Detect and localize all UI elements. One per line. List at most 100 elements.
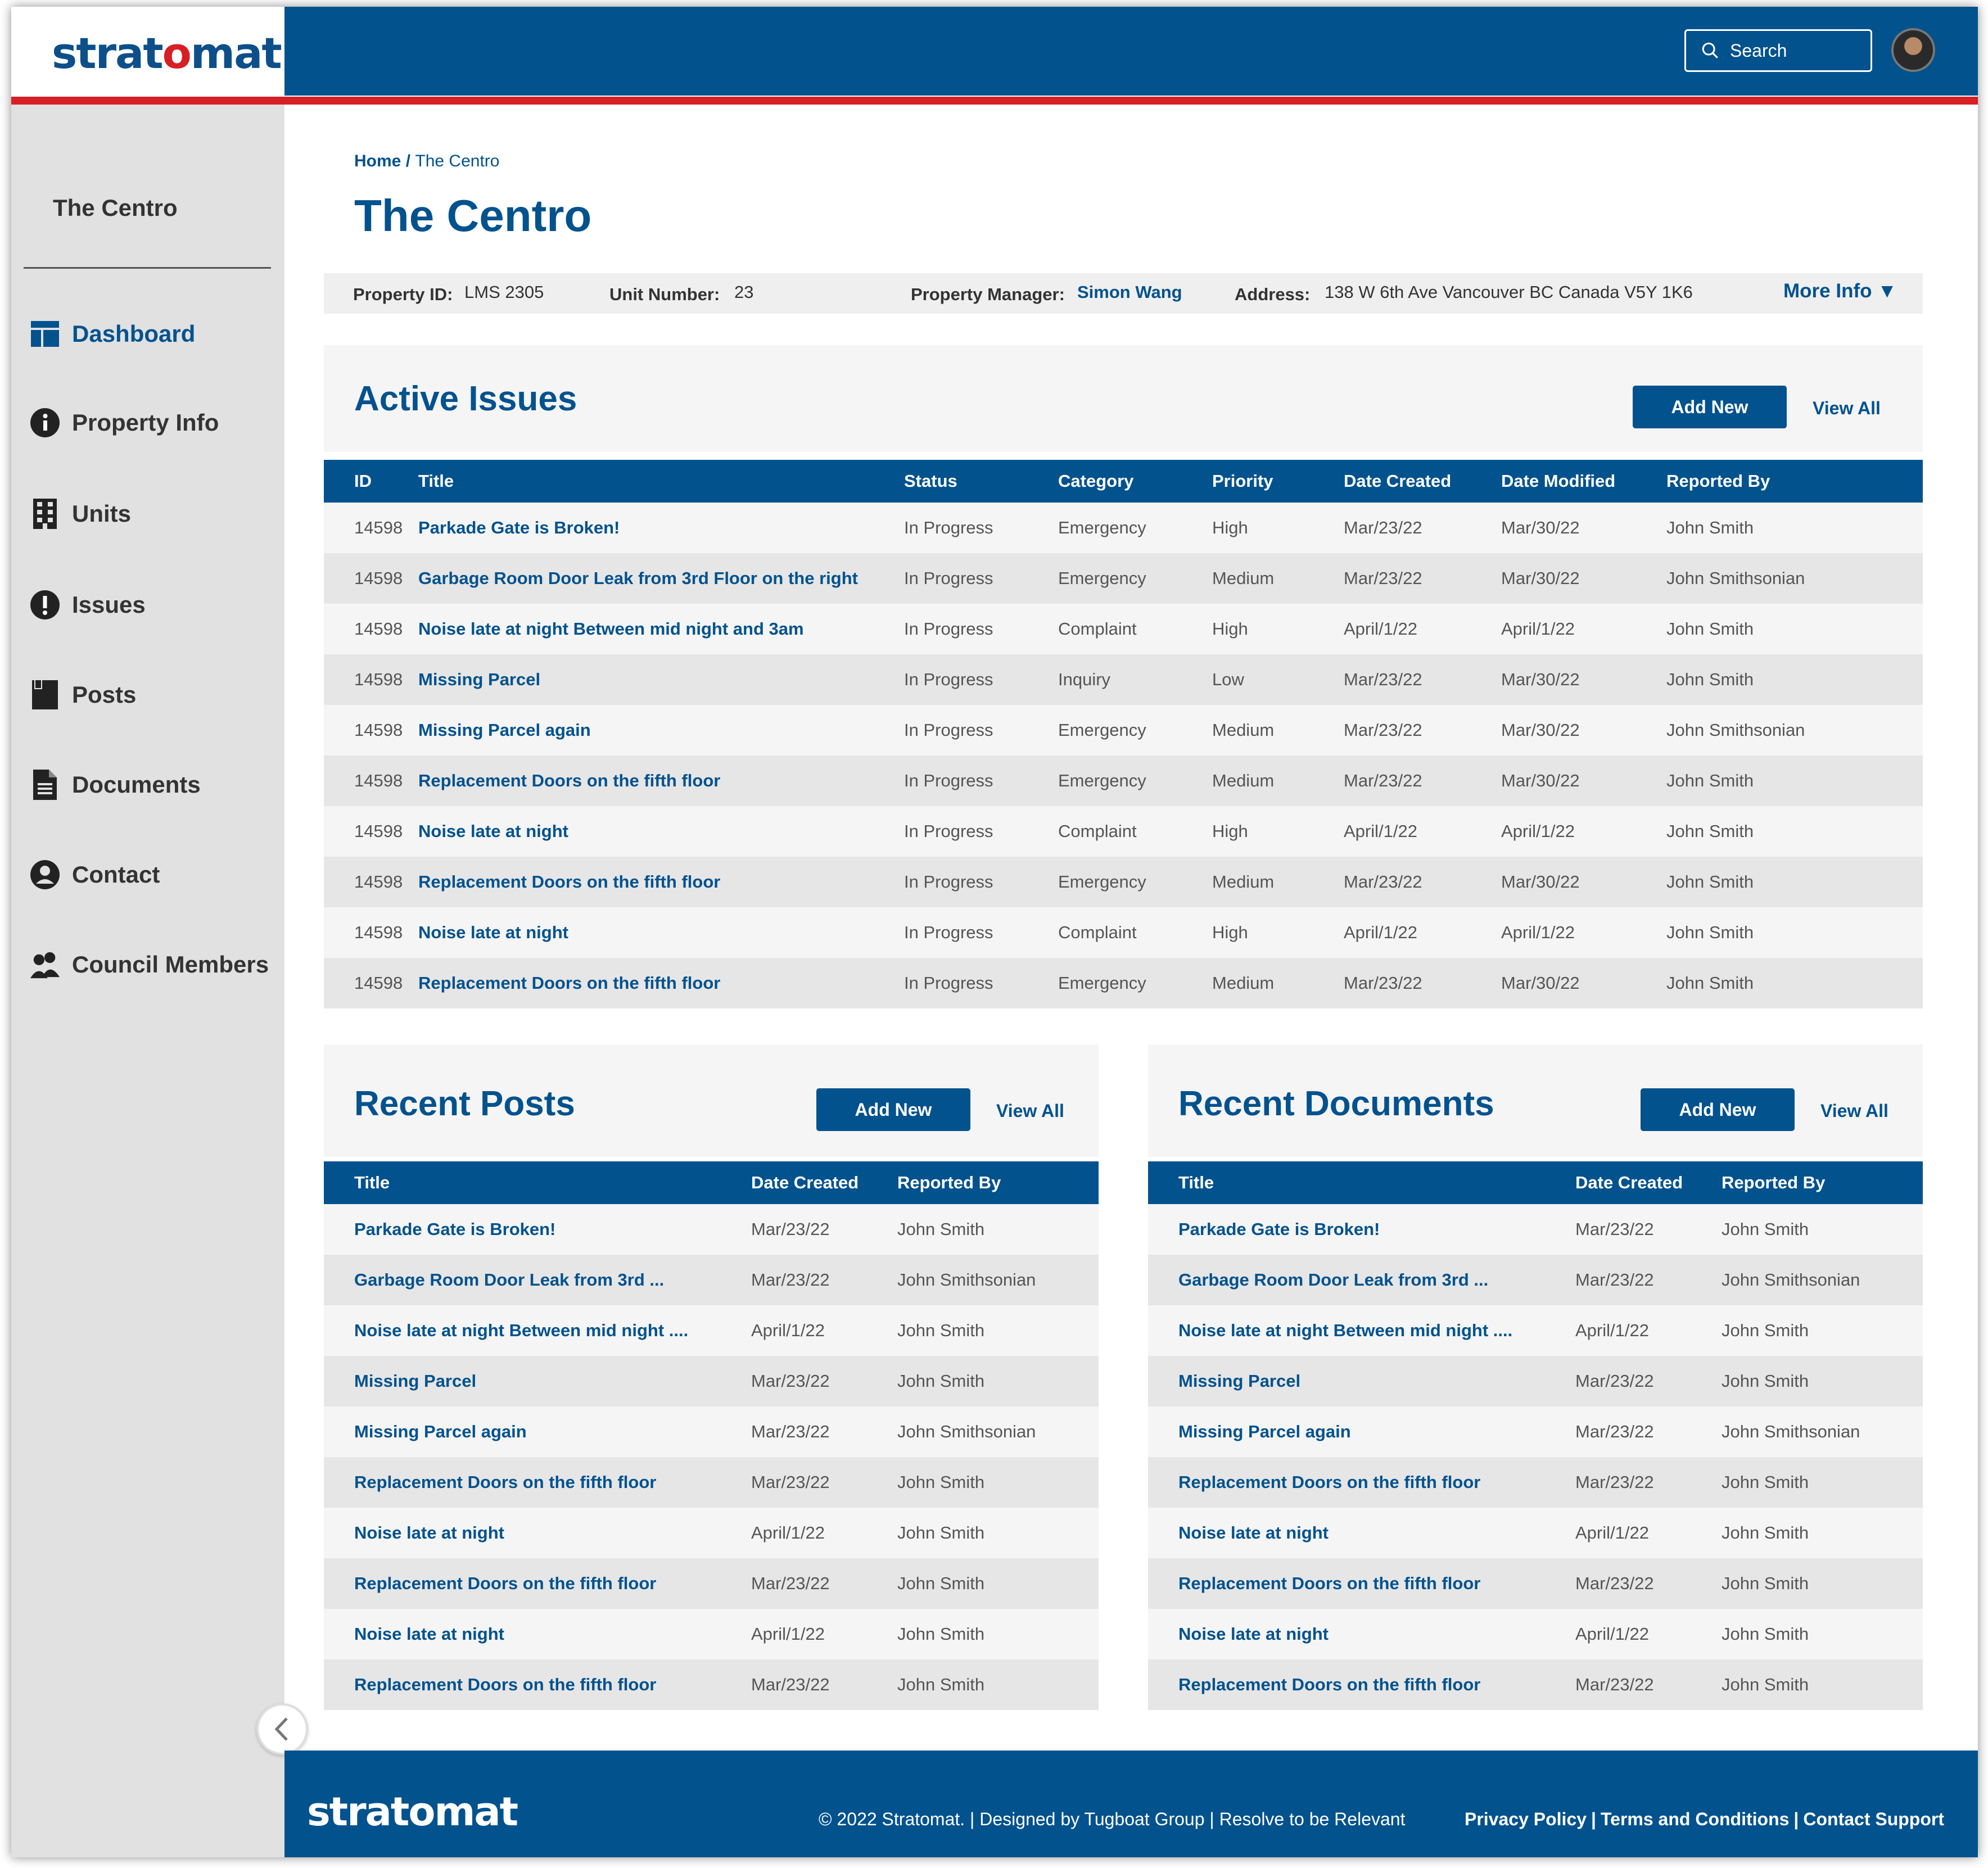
post-title-link[interactable]: Missing Parcel [324,1356,751,1406]
document-title-link[interactable]: Replacement Doors on the fifth floor [1148,1558,1575,1609]
table-row[interactable]: Noise late at night April/1/22 John Smith [1148,1609,1923,1659]
table-row[interactable]: 14598 Replacement Doors on the fifth floo… [324,958,1923,1008]
table-row[interactable]: Garbage Room Door Leak from 3rd ... Mar/2… [324,1255,1099,1305]
breadcrumb-home[interactable]: Home [354,152,401,170]
post-title-link[interactable]: Replacement Doors on the fifth floor [324,1558,751,1609]
col-reported-by[interactable]: Reported By [897,1161,1099,1204]
issue-title-link[interactable]: Noise late at night [418,907,904,958]
search-input[interactable]: Search [1684,29,1872,72]
posts-view-all-link[interactable]: View All [996,1101,1064,1121]
table-row[interactable]: Missing Parcel again Mar/23/22 John Smiths… [324,1406,1099,1457]
post-title-link[interactable]: Noise late at night [324,1609,751,1659]
document-title-link[interactable]: Replacement Doors on the fifth floor [1148,1457,1575,1508]
col-date-created[interactable]: Date Created [1575,1161,1722,1204]
table-row[interactable]: Replacement Doors on the fifth floor Mar/… [324,1558,1099,1609]
post-title-link[interactable]: Missing Parcel again [324,1406,751,1457]
table-row[interactable]: 14598 Noise late at night In Progress Compl… [324,907,1923,958]
sidebar-item-units[interactable]: Units [30,497,131,531]
issue-title-link[interactable]: Replacement Doors on the fifth floor [418,958,904,1008]
document-title-link[interactable]: Missing Parcel again [1148,1406,1575,1457]
issue-title-link[interactable]: Garbage Room Door Leak from 3rd Floor on… [418,553,904,604]
col-date-modified[interactable]: Date Modified [1501,460,1666,503]
issue-title-link[interactable]: Missing Parcel again [418,705,904,756]
issue-title-link[interactable]: Noise late at night Between mid night an… [418,604,904,654]
sidebar-item-contact[interactable]: Contact [30,858,160,892]
col-title[interactable]: Title [418,460,904,503]
issue-title-link[interactable]: Parkade Gate is Broken! [418,503,904,553]
table-row[interactable]: Garbage Room Door Leak from 3rd ... Mar/2… [1148,1255,1923,1305]
documents-view-all-link[interactable]: View All [1820,1101,1888,1121]
logo-area[interactable]: stratomat [11,7,284,97]
table-row[interactable]: Parkade Gate is Broken! Mar/23/22 John Smi… [324,1204,1099,1255]
privacy-policy-link[interactable]: Privacy Policy [1465,1809,1587,1830]
table-row[interactable]: 14598 Missing Parcel again In Progress Emer… [324,705,1923,756]
more-info-toggle[interactable]: More Info ▼ [1783,280,1897,302]
post-title-link[interactable]: Noise late at night [324,1508,751,1558]
sidebar-item-documents[interactable]: Documents [30,768,201,802]
sidebar-item-posts[interactable]: Posts [30,678,136,712]
col-status[interactable]: Status [904,460,1058,503]
table-row[interactable]: Replacement Doors on the fifth floor Mar/… [324,1457,1099,1508]
table-row[interactable]: Noise late at night Between mid night ..… [1148,1305,1923,1356]
sidebar-item-property-info[interactable]: Property Info [30,406,219,440]
col-reported-by[interactable]: Reported By [1722,1161,1923,1204]
post-title-link[interactable]: Parkade Gate is Broken! [324,1204,751,1255]
table-row[interactable]: 14598 Replacement Doors on the fifth floo… [324,756,1923,806]
col-title[interactable]: Title [1148,1161,1575,1204]
document-title-link[interactable]: Noise late at night Between mid night ..… [1148,1305,1575,1356]
document-title-link[interactable]: Noise late at night [1148,1508,1575,1558]
issues-add-new-button[interactable]: Add New [1633,386,1787,428]
table-row[interactable]: 14598 Missing Parcel In Progress Inquiry Low… [324,654,1923,705]
col-id[interactable]: ID [324,460,418,503]
issue-title-link[interactable]: Noise late at night [418,806,904,857]
sidebar-item-issues[interactable]: Issues [30,588,146,622]
issue-title-link[interactable]: Replacement Doors on the fifth floor [418,857,904,907]
brand-logo[interactable]: stratomat [52,28,282,78]
post-title-link[interactable]: Replacement Doors on the fifth floor [324,1659,751,1710]
documents-add-new-button[interactable]: Add New [1641,1088,1795,1131]
table-row[interactable]: Replacement Doors on the fifth floor Mar/… [1148,1659,1923,1710]
table-row[interactable]: Noise late at night Between mid night ..… [324,1305,1099,1356]
col-title[interactable]: Title [324,1161,751,1204]
table-row[interactable]: Noise late at night April/1/22 John Smith [1148,1508,1923,1558]
col-date-created[interactable]: Date Created [1344,460,1501,503]
document-title-link[interactable]: Replacement Doors on the fifth floor [1148,1659,1575,1710]
table-row[interactable]: Replacement Doors on the fifth floor Mar/… [1148,1457,1923,1508]
issues-view-all-link[interactable]: View All [1813,398,1881,419]
table-row[interactable]: 14598 Noise late at night In Progress Compl… [324,806,1923,857]
table-row[interactable]: 14598 Noise late at night Between mid nig… [324,604,1923,654]
user-avatar[interactable] [1891,28,1935,72]
col-priority[interactable]: Priority [1212,460,1344,503]
footer-logo[interactable]: stratomat [307,1789,518,1835]
table-row[interactable]: Missing Parcel Mar/23/22 John Smith [1148,1356,1923,1406]
table-row[interactable]: 14598 Replacement Doors on the fifth floo… [324,857,1923,907]
terms-conditions-link[interactable]: Terms and Conditions [1601,1809,1789,1830]
col-date-created[interactable]: Date Created [751,1161,897,1204]
post-title-link[interactable]: Replacement Doors on the fifth floor [324,1457,751,1508]
document-title-link[interactable]: Garbage Room Door Leak from 3rd ... [1148,1255,1575,1305]
sidebar-item-dashboard[interactable]: Dashboard [30,317,195,351]
table-row[interactable]: Missing Parcel Mar/23/22 John Smith [324,1356,1099,1406]
issue-title-link[interactable]: Missing Parcel [418,654,904,705]
table-row[interactable]: Replacement Doors on the fifth floor Mar/… [324,1659,1099,1710]
table-row[interactable]: Noise late at night April/1/22 John Smith [324,1508,1099,1558]
table-row[interactable]: 14598 Garbage Room Door Leak from 3rd Flo… [324,553,1923,604]
table-row[interactable]: Noise late at night April/1/22 John Smith [324,1609,1099,1659]
table-row[interactable]: 14598 Parkade Gate is Broken! In Progress E… [324,503,1923,553]
document-title-link[interactable]: Missing Parcel [1148,1356,1575,1406]
property-manager-link[interactable]: Simon Wang [1077,282,1182,302]
document-title-link[interactable]: Parkade Gate is Broken! [1148,1204,1575,1255]
sidebar-item-council-members[interactable]: Council Members [30,948,269,982]
document-title-link[interactable]: Noise late at night [1148,1609,1575,1659]
table-row[interactable]: Missing Parcel again Mar/23/22 John Smiths… [1148,1406,1923,1457]
post-title-link[interactable]: Garbage Room Door Leak from 3rd ... [324,1255,751,1305]
sidebar-collapse-button[interactable] [256,1703,308,1755]
table-row[interactable]: Replacement Doors on the fifth floor Mar/… [1148,1558,1923,1609]
col-category[interactable]: Category [1058,460,1212,503]
post-title-link[interactable]: Noise late at night Between mid night ..… [324,1305,751,1356]
issue-title-link[interactable]: Replacement Doors on the fifth floor [418,756,904,806]
col-reported-by[interactable]: Reported By [1666,460,1923,503]
table-row[interactable]: Parkade Gate is Broken! Mar/23/22 John Smi… [1148,1204,1923,1255]
contact-support-link[interactable]: Contact Support [1803,1809,1944,1830]
posts-add-new-button[interactable]: Add New [816,1088,970,1131]
